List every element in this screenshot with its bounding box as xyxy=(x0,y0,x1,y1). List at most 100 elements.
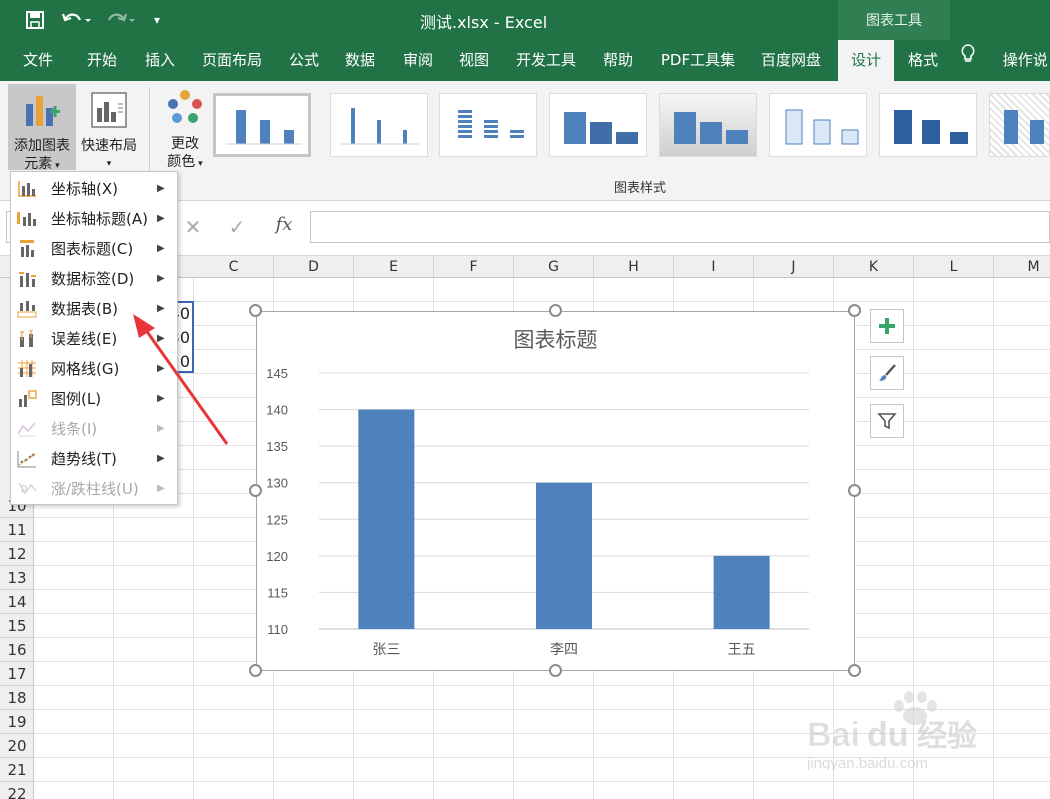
dropdown-arrow-icon: ▾ xyxy=(195,159,203,169)
cancel-icon[interactable]: ✕ xyxy=(182,215,204,239)
tab-review[interactable]: 审阅 xyxy=(394,40,442,81)
row-header-21[interactable]: 21 xyxy=(0,758,34,782)
chart-elements-button[interactable] xyxy=(870,309,904,343)
tab-formulas[interactable]: 公式 xyxy=(280,40,328,81)
filter-icon xyxy=(877,413,897,430)
column-header-K[interactable]: K xyxy=(834,256,914,278)
menu-item-chart-title[interactable]: 图表标题(C) ▶ xyxy=(11,234,177,264)
tab-help[interactable]: 帮助 xyxy=(594,40,642,81)
column-header-E[interactable]: E xyxy=(354,256,434,278)
y-tick-label: 135 xyxy=(266,439,288,454)
add-chart-element-label: 添加图表 xyxy=(14,138,70,154)
menu-item-label: 图表标题(C) xyxy=(51,240,134,258)
change-colors-button[interactable]: 更改 颜色 ▾ xyxy=(158,84,212,170)
error-bars-icon xyxy=(20,330,33,347)
tab-baidu-netdisk[interactable]: 百度网盘 xyxy=(752,40,830,81)
data-table-icon xyxy=(17,301,37,318)
chart-style-6[interactable] xyxy=(769,93,867,157)
tell-me-search[interactable]: 操作说明 xyxy=(960,40,1050,110)
y-tick-label: 125 xyxy=(266,512,288,527)
chart-style-2[interactable] xyxy=(330,93,428,157)
menu-item-axis-titles[interactable]: 坐标轴标题(A) ▶ xyxy=(11,204,177,234)
tab-insert[interactable]: 插入 xyxy=(134,40,186,81)
chart-bar[interactable] xyxy=(358,409,415,629)
column-header-C[interactable]: C xyxy=(194,256,274,278)
column-header-F[interactable]: F xyxy=(434,256,514,278)
menu-item-data-labels[interactable]: 数据标签(D) ▶ xyxy=(11,264,177,294)
brush-icon xyxy=(879,364,896,381)
resize-handle-s[interactable] xyxy=(549,664,562,677)
menu-item-label: 坐标轴(X) xyxy=(51,180,118,198)
tab-data[interactable]: 数据 xyxy=(336,40,384,81)
legend-icon xyxy=(19,390,37,407)
customize-qat-icon[interactable]: ▾ xyxy=(148,8,166,32)
save-icon[interactable] xyxy=(22,8,48,32)
chart-style-8[interactable] xyxy=(989,93,1050,157)
row-header-11[interactable]: 11 xyxy=(0,518,34,542)
column-header-G[interactable]: G xyxy=(514,256,594,278)
row-header-15[interactable]: 15 xyxy=(0,614,34,638)
resize-handle-sw[interactable] xyxy=(249,664,262,677)
tab-pdf-tools[interactable]: PDF工具集 xyxy=(652,40,744,81)
add-chart-element-label-2: 元素 xyxy=(24,156,53,172)
chart-style-5[interactable] xyxy=(659,93,757,157)
quick-layout-icon xyxy=(91,92,127,128)
quick-layout-label: 快速布局 xyxy=(81,138,137,154)
menu-item-label: 涨/跌柱线(U) xyxy=(51,480,139,498)
column-header-J[interactable]: J xyxy=(754,256,834,278)
check-icon[interactable]: ✓ xyxy=(226,215,248,239)
y-tick-label: 115 xyxy=(267,585,288,600)
row-header-13[interactable]: 13 xyxy=(0,566,34,590)
formula-input[interactable] xyxy=(310,211,1050,243)
tab-view[interactable]: 视图 xyxy=(450,40,498,81)
chart-bar[interactable] xyxy=(536,482,592,629)
column-header-M[interactable]: M xyxy=(994,256,1050,278)
resize-handle-ne[interactable] xyxy=(848,304,861,317)
tab-page-layout[interactable]: 页面布局 xyxy=(194,40,270,81)
row-header-12[interactable]: 12 xyxy=(0,542,34,566)
column-header-I[interactable]: I xyxy=(674,256,754,278)
chart-area[interactable]: 图表标题 110 115 120 125 130 135 140 145 张三 李四 王五 xyxy=(256,311,855,671)
chart-tools-context-label: 图表工具 xyxy=(838,0,950,40)
resize-handle-n[interactable] xyxy=(549,304,562,317)
chart-style-4[interactable] xyxy=(549,93,647,157)
resize-handle-e[interactable] xyxy=(848,484,861,497)
chart-style-3[interactable] xyxy=(439,93,537,157)
resize-handle-nw[interactable] xyxy=(249,304,262,317)
title-bar: ▾ 测试.xlsx - Excel 图表工具 xyxy=(0,0,1050,40)
resize-handle-se[interactable] xyxy=(848,664,861,677)
tab-home[interactable]: 开始 xyxy=(76,40,128,81)
row-header-20[interactable]: 20 xyxy=(0,734,34,758)
document-title: 测试.xlsx - Excel xyxy=(420,13,548,32)
menu-item-axes[interactable]: 坐标轴(X) ▶ xyxy=(11,174,177,204)
chart-styles-button[interactable] xyxy=(870,356,904,390)
resize-handle-w[interactable] xyxy=(249,484,262,497)
row-header-17[interactable]: 17 xyxy=(0,662,34,686)
column-header-D[interactable]: D xyxy=(274,256,354,278)
row-header-16[interactable]: 16 xyxy=(0,638,34,662)
tab-developer[interactable]: 开发工具 xyxy=(508,40,584,81)
add-chart-element-button[interactable]: 添加图表 元素 ▾ xyxy=(8,84,76,172)
row-header-19[interactable]: 19 xyxy=(0,710,34,734)
y-tick-label: 110 xyxy=(267,622,288,637)
tab-format[interactable]: 格式 xyxy=(896,40,950,81)
column-header-H[interactable]: H xyxy=(594,256,674,278)
column-header-L[interactable]: L xyxy=(914,256,994,278)
insert-function-icon[interactable]: fx xyxy=(270,214,298,240)
tab-file[interactable]: 文件 xyxy=(10,40,66,81)
row-header-18[interactable]: 18 xyxy=(0,686,34,710)
chart-style-1[interactable] xyxy=(213,93,311,157)
row-header-22[interactable]: 22 xyxy=(0,782,34,799)
chart-plot: 110 115 120 125 130 135 140 145 张三 李四 王五 xyxy=(266,366,809,658)
chart-filters-button[interactable] xyxy=(870,404,904,438)
tab-design[interactable]: 设计 xyxy=(838,40,894,81)
chart-bar[interactable] xyxy=(713,555,770,629)
chart-styles-group-label: 图表样式 xyxy=(613,181,666,196)
undo-icon[interactable] xyxy=(58,8,94,32)
quick-layout-button[interactable]: 快速布局 ▾ xyxy=(78,84,140,170)
chart-title-icon xyxy=(20,240,34,257)
row-header-14[interactable]: 14 xyxy=(0,590,34,614)
chart-style-7[interactable] xyxy=(879,93,977,157)
menu-item-label: 网格线(G) xyxy=(51,360,120,378)
redo-icon[interactable] xyxy=(102,8,138,32)
